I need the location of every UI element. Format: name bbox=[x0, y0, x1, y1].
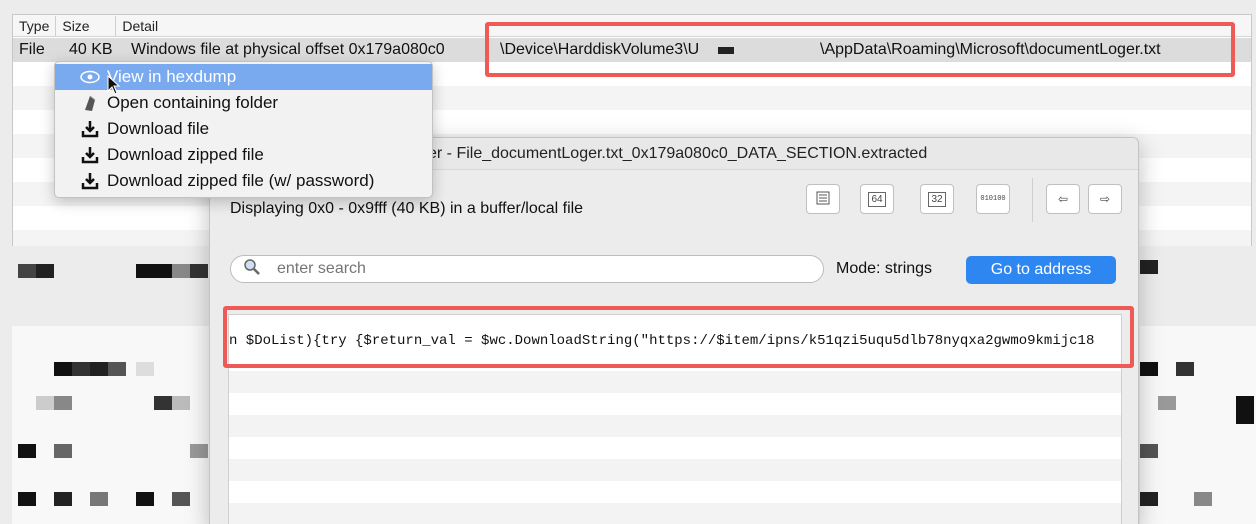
mode-label: Mode: strings bbox=[836, 260, 933, 277]
go-to-address-button[interactable]: Go to address bbox=[966, 256, 1116, 284]
menu-item-download-zipped[interactable]: Download zipped file bbox=[55, 142, 432, 168]
text-view-button[interactable] bbox=[806, 184, 840, 214]
path-highlight bbox=[485, 22, 1235, 77]
search-input[interactable] bbox=[277, 260, 777, 278]
column-header-detail[interactable]: Detail bbox=[116, 16, 164, 36]
row-type: File bbox=[19, 41, 45, 58]
back-button[interactable]: ⇦ bbox=[1046, 184, 1080, 214]
arrow-right-icon: ⇨ bbox=[1099, 192, 1111, 206]
dialog-title: ver - File_documentLoger.txt_0x179a080c0… bbox=[420, 144, 928, 162]
mouse-cursor-icon bbox=[107, 74, 121, 100]
download-icon bbox=[79, 171, 101, 191]
download-icon bbox=[79, 119, 101, 139]
code-highlight bbox=[223, 306, 1134, 368]
arrow-left-icon: ⇦ bbox=[1057, 192, 1069, 206]
menu-item-download-zipped-password[interactable]: Download zipped file (w/ password) bbox=[55, 168, 432, 194]
hex64-icon: 64 bbox=[868, 191, 886, 207]
hex64-button[interactable]: 64 bbox=[860, 184, 894, 214]
folder-icon bbox=[79, 93, 101, 113]
text-view-icon bbox=[816, 191, 830, 208]
menu-item-download-file[interactable]: Download file bbox=[55, 116, 432, 142]
column-header-size[interactable]: Size bbox=[56, 15, 117, 36]
binary-icon: 010100 bbox=[980, 195, 1006, 203]
hex32-button[interactable]: 32 bbox=[920, 184, 954, 214]
toolbar-separator bbox=[1032, 178, 1033, 222]
column-header-type[interactable]: Type bbox=[13, 15, 57, 36]
display-range-text: Displaying 0x0 - 0x9fff (40 KB) in a buf… bbox=[230, 200, 584, 217]
binary-button[interactable]: 010100 bbox=[976, 184, 1010, 214]
search-field[interactable] bbox=[230, 255, 824, 283]
row-detail: Windows file at physical offset 0x179a08… bbox=[131, 41, 445, 58]
download-icon bbox=[79, 145, 101, 165]
eye-icon bbox=[79, 67, 101, 87]
row-size: 40 KB bbox=[69, 41, 113, 58]
hex32-icon: 32 bbox=[928, 191, 946, 207]
search-icon bbox=[243, 258, 261, 281]
forward-button[interactable]: ⇨ bbox=[1088, 184, 1122, 214]
